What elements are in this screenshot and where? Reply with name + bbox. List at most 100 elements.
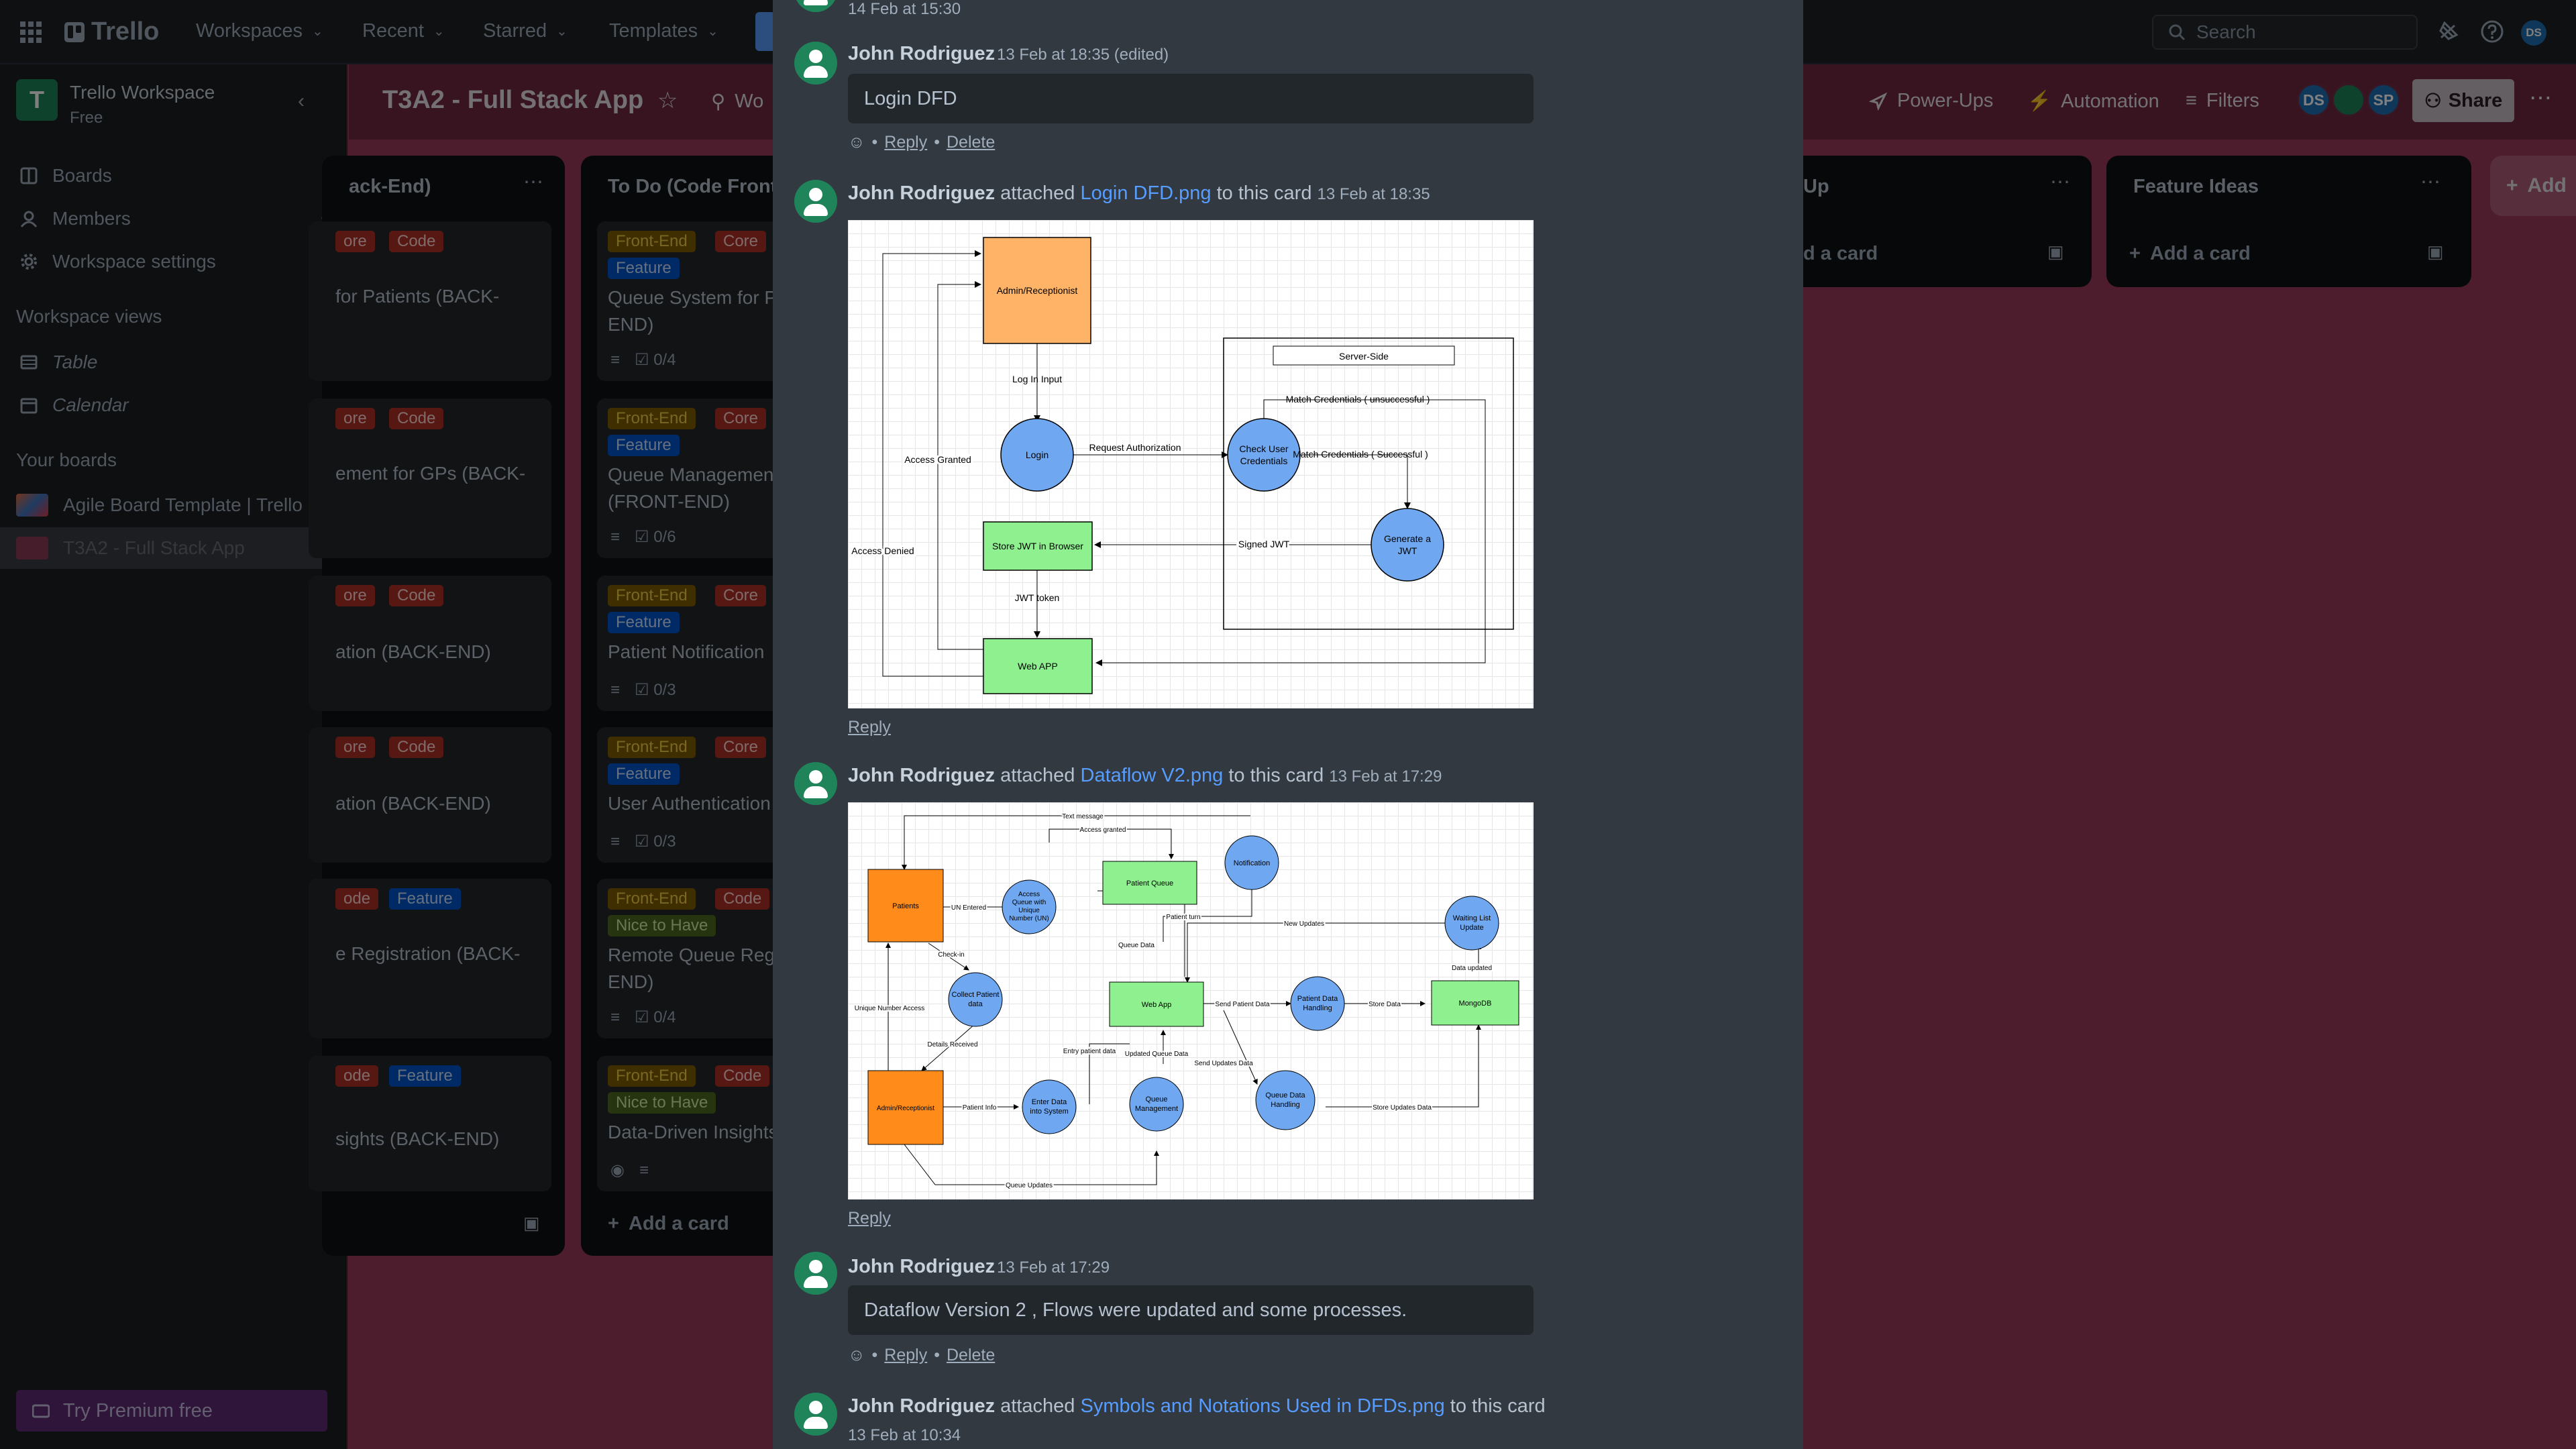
dfd-label: Entry patient data [1063, 1048, 1116, 1055]
comment-timestamp[interactable]: 13 Feb at 18:35 (edited) [997, 46, 1169, 64]
dfd-label: Patient Data [1297, 995, 1338, 1003]
dfd-label: JWT [1398, 545, 1417, 556]
avatar [794, 1252, 837, 1295]
dfd-label: Patients [892, 902, 919, 910]
dfd-label: Queue Updates [1006, 1182, 1053, 1189]
activity-timestamp[interactable]: 13 Feb at 10:34 [848, 1426, 961, 1445]
dfd-label: Web APP [1018, 661, 1058, 672]
dfd-label: Access granted [1080, 826, 1126, 834]
add-reaction-icon[interactable]: ☺ [848, 133, 865, 152]
comment-text: Login DFD [848, 74, 1534, 123]
dfd-label: Updated Queue Data [1125, 1051, 1189, 1058]
dfd-label: Check User [1239, 443, 1288, 454]
dfd-label: MongoDB [1459, 1000, 1492, 1008]
activity-timestamp[interactable]: 13 Feb at 18:35 [1318, 185, 1430, 203]
dataflow-v2-diagram: Patients Access Queue with Unique Number… [853, 812, 1519, 1191]
dfd-label: Patient Info [963, 1104, 997, 1112]
dfd-label: Update [1460, 924, 1483, 932]
dfd-label: Access Denied [851, 545, 914, 556]
activity-suffix: to this card [1228, 765, 1324, 786]
dfd-label: Waiting List [1453, 914, 1491, 922]
dfd-label: Unique Number Access [855, 1005, 925, 1012]
dfd-label: Management [1135, 1105, 1178, 1113]
dfd-label: JWT token [1015, 592, 1060, 603]
comment-text: Dataflow Version 2 , Flows were updated … [848, 1285, 1534, 1335]
dfd-label: Login [1026, 449, 1049, 460]
delete-link[interactable]: Delete [947, 133, 995, 152]
dataflow-v2-image[interactable]: Patients Access Queue with Unique Number… [848, 802, 1534, 1199]
separator: • [934, 1346, 940, 1364]
dfd-label: Access Granted [904, 454, 971, 465]
separator: • [871, 133, 878, 152]
activity-author[interactable]: John Rodriguez [848, 1395, 995, 1417]
activity-timestamp[interactable]: 13 Feb at 17:29 [1329, 767, 1442, 786]
activity-author[interactable]: John Rodriguez [848, 182, 995, 204]
dfd-label: UN Entered [951, 904, 986, 912]
attachment-activity: John Rodriguez attached Login DFD.png to… [848, 182, 1430, 205]
attachment-link[interactable]: Dataflow V2.png [1081, 765, 1224, 786]
dfd-label: Admin/Receptionist [997, 285, 1078, 296]
comment-timestamp[interactable]: 13 Feb at 17:29 [997, 1258, 1110, 1277]
attachment-activity: John Rodriguez attached Dataflow V2.png … [848, 765, 1442, 787]
dfd-label: Queue Data [1265, 1091, 1305, 1099]
dfd-label: into System [1030, 1108, 1068, 1116]
dfd-label: Match Credentials ( unsuccessful ) [1286, 394, 1430, 405]
dfd-label: Admin/Receptionist [877, 1105, 934, 1112]
dfd-label: Patient turn [1166, 914, 1200, 921]
avatar [794, 1393, 837, 1436]
dfd-label: Collect Patient [952, 991, 1000, 999]
dfd-label: Store Data [1368, 1001, 1401, 1008]
dfd-label: Number (UN) [1009, 915, 1049, 922]
dfd-label: Request Authorization [1089, 442, 1181, 453]
dfd-label: Handling [1303, 1004, 1332, 1012]
reply-link[interactable]: Reply [884, 1346, 927, 1365]
dfd-label: New Updates [1284, 920, 1324, 928]
dfd-label: Queue [1145, 1095, 1167, 1104]
dfd-label: Generate a [1384, 533, 1431, 544]
comment-actions: ☺ • Reply • Delete [848, 1346, 995, 1365]
separator: • [934, 133, 940, 152]
reply-link[interactable]: Reply [884, 133, 927, 152]
dfd-label: Patient Queue [1126, 879, 1173, 888]
avatar [794, 762, 837, 805]
dfd-label: Match Credentials ( Successful ) [1293, 449, 1428, 460]
activity-suffix: to this card [1216, 182, 1312, 204]
activity-timestamp: 14 Feb at 15:30 [848, 0, 961, 18]
attachment-link[interactable]: Login DFD.png [1081, 182, 1212, 204]
dfd-label: Check-in [938, 951, 964, 959]
dfd-label: Store JWT in Browser [992, 541, 1083, 551]
dfd-label: Signed JWT [1238, 539, 1290, 549]
comment-actions: ☺ • Reply • Delete [848, 133, 995, 152]
dfd-label: Queue with [1012, 899, 1046, 906]
comment-author[interactable]: John Rodriguez [848, 43, 995, 65]
dfd-label: Log In Input [1012, 374, 1062, 384]
reply-link[interactable]: Reply [848, 1209, 891, 1228]
activity-author[interactable]: John Rodriguez [848, 765, 995, 786]
dfd-label: Data updated [1452, 965, 1492, 972]
delete-link[interactable]: Delete [947, 1346, 995, 1365]
dfd-label: Enter Data [1032, 1098, 1067, 1106]
dfd-label: data [968, 1000, 983, 1008]
activity-verb: attached [1000, 765, 1075, 786]
login-dfd-image[interactable]: Admin/Receptionist Log In Input Login Re… [848, 220, 1534, 708]
dfd-label: Web App [1142, 1001, 1171, 1009]
dfd-label: Text message [1062, 813, 1104, 820]
dfd-label: Access [1018, 891, 1040, 898]
activity-suffix: to this card [1450, 1395, 1546, 1417]
dfd-label: Queue Data [1118, 942, 1155, 949]
dfd-label: Notification [1234, 859, 1270, 867]
dfd-label: Send Patient Data [1215, 1001, 1270, 1008]
separator: • [871, 1346, 878, 1364]
add-reaction-icon[interactable]: ☺ [848, 1346, 865, 1365]
reply-link[interactable]: Reply [848, 718, 891, 737]
activity-verb: attached [1000, 1395, 1075, 1417]
dfd-label: Server-Side [1339, 351, 1389, 362]
attachment-activity: John Rodriguez attached Symbols and Nota… [848, 1395, 1546, 1417]
dfd-label: Credentials [1240, 455, 1288, 466]
attachment-link[interactable]: Symbols and Notations Used in DFDs.png [1081, 1395, 1445, 1417]
card-detail-modal [773, 0, 1803, 1449]
login-dfd-diagram: Admin/Receptionist Log In Input Login Re… [849, 237, 1514, 694]
comment-author[interactable]: John Rodriguez [848, 1256, 995, 1278]
dfd-label: Send Updates Data [1194, 1060, 1253, 1067]
activity-verb: attached [1000, 182, 1075, 204]
